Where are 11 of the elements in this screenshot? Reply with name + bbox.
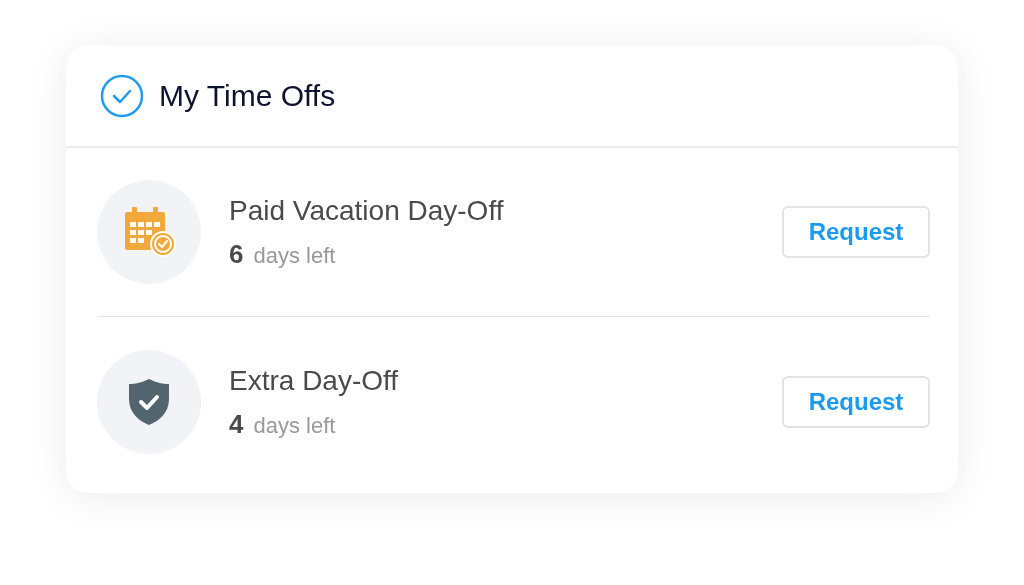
card-title: My Time Offs (159, 78, 336, 113)
days-left-label: days left (253, 242, 336, 269)
shield-check-icon (127, 377, 171, 427)
time-off-name: Extra Day-Off (229, 364, 400, 397)
check-circle-icon (100, 73, 144, 118)
time-off-name: Paid Vacation Day-Off (229, 194, 505, 227)
days-left-label: days left (253, 412, 336, 439)
request-button[interactable]: Request (782, 376, 930, 428)
days-count: 4 (229, 408, 244, 440)
request-button[interactable]: Request (782, 206, 930, 258)
days-count: 6 (229, 238, 244, 270)
